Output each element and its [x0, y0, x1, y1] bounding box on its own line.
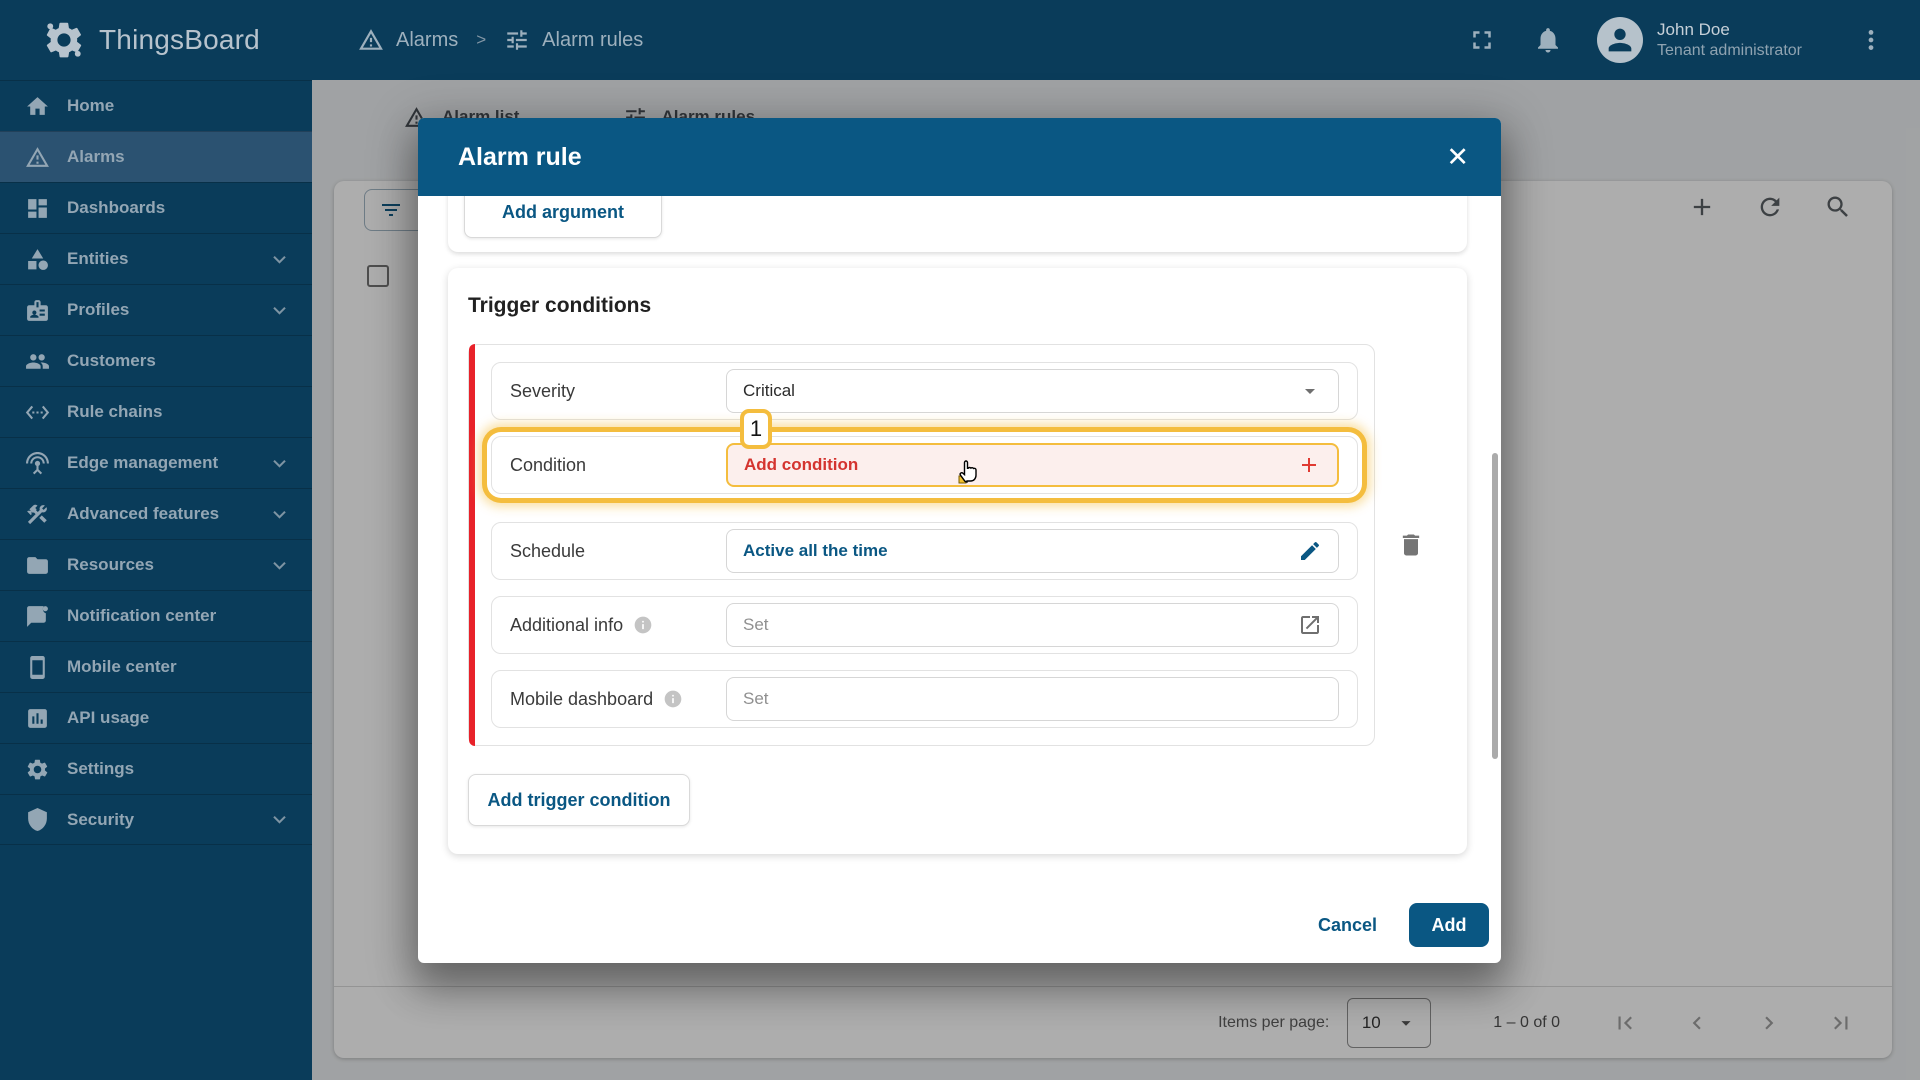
ethernet-icon — [25, 400, 50, 425]
dialog-footer: Cancel Add — [418, 887, 1501, 963]
additional-info-label: Additional info — [510, 615, 726, 636]
open-in-new-icon[interactable] — [1298, 613, 1322, 637]
dialog-title: Alarm rule — [458, 142, 582, 171]
home-icon — [25, 94, 50, 119]
condition-label: Condition — [510, 454, 587, 475]
category-icon — [25, 247, 50, 272]
sidebar: Home Alarms Dashboards Entities Profiles… — [0, 80, 312, 1080]
severity-select[interactable]: Critical — [726, 369, 1339, 413]
cancel-button[interactable]: Cancel — [1300, 903, 1395, 947]
edit-pencil-icon[interactable] — [1298, 539, 1322, 563]
annotation-badge: 1 — [740, 409, 772, 449]
additional-info-field[interactable]: Set — [726, 603, 1339, 647]
pointer-cursor-icon — [954, 453, 986, 490]
sidebar-item-alarms[interactable]: Alarms — [0, 131, 312, 182]
sidebar-item-customers[interactable]: Customers — [0, 335, 312, 386]
dialog-header: Alarm rule ✕ — [418, 118, 1501, 196]
dropdown-arrow-icon — [1298, 379, 1322, 403]
dialog-body: Add argument Trigger conditions Severity… — [418, 196, 1501, 887]
folder-icon — [25, 553, 50, 578]
chevron-down-icon — [267, 553, 292, 578]
breadcrumb-alarms[interactable]: Alarms — [396, 29, 458, 52]
gear-icon — [25, 757, 50, 782]
alarm-rule-dialog: Alarm rule ✕ Add argument Trigger condit… — [418, 118, 1501, 963]
trash-icon — [1397, 531, 1425, 559]
add-button[interactable]: Add — [1409, 903, 1489, 947]
sidebar-item-entities[interactable]: Entities — [0, 233, 312, 284]
tune-icon — [504, 27, 530, 53]
topbar-actions: John Doe Tenant administrator — [1431, 17, 1920, 63]
chevron-down-icon — [267, 502, 292, 527]
close-icon[interactable]: ✕ — [1446, 143, 1469, 171]
rule-card: Severity Critical 1 Condition Add condit… — [468, 344, 1375, 746]
add-condition-button[interactable]: Add condition — [726, 443, 1339, 487]
shield-icon — [25, 807, 50, 832]
brand-logo[interactable]: ThingsBoard — [0, 18, 312, 62]
sidebar-item-profiles[interactable]: Profiles — [0, 284, 312, 335]
chevron-down-icon — [267, 298, 292, 323]
dashboards-icon — [25, 196, 50, 221]
sidebar-item-edge-management[interactable]: Edge management — [0, 437, 312, 488]
thingsboard-logo-icon — [42, 18, 86, 62]
trigger-condition-block: Severity Critical 1 Condition Add condit… — [468, 344, 1447, 746]
breadcrumb: Alarms > Alarm rules — [358, 27, 643, 53]
mobile-dashboard-row: Mobile dashboard Set — [491, 670, 1358, 728]
breadcrumb-separator: > — [476, 30, 487, 49]
warning-icon — [25, 145, 50, 170]
trigger-conditions-section: Trigger conditions Severity Critical 1 C… — [448, 268, 1467, 854]
mobile-dashboard-field[interactable]: Set — [726, 677, 1339, 721]
sidebar-item-api-usage[interactable]: API usage — [0, 692, 312, 743]
plus-icon — [1297, 453, 1321, 477]
chart-icon — [25, 706, 50, 731]
avatar[interactable] — [1597, 17, 1644, 63]
fullscreen-icon[interactable] — [1467, 25, 1497, 55]
user-block[interactable]: John Doe Tenant administrator — [1657, 19, 1802, 62]
breadcrumb-alarm-rules: Alarm rules — [542, 28, 644, 51]
sidebar-item-resources[interactable]: Resources — [0, 539, 312, 590]
warning-icon — [358, 27, 384, 53]
sidebar-item-mobile-center[interactable]: Mobile center — [0, 641, 312, 692]
section-title: Trigger conditions — [468, 294, 652, 317]
info-icon — [633, 615, 653, 635]
arguments-section: Add argument — [448, 196, 1467, 252]
severity-label: Severity — [510, 380, 576, 401]
top-bar: ThingsBoard Alarms > Alarm rules John Do… — [0, 0, 1920, 80]
notification-icon — [25, 604, 50, 629]
sidebar-item-dashboards[interactable]: Dashboards — [0, 182, 312, 233]
additional-info-row: Additional info Set — [491, 596, 1358, 654]
severity-row: Severity Critical — [491, 362, 1358, 420]
schedule-row: Schedule Active all the time — [491, 522, 1358, 580]
delete-trigger-condition-button[interactable] — [1375, 531, 1447, 559]
smartphone-icon — [25, 655, 50, 680]
chevron-down-icon — [267, 451, 292, 476]
dialog-scrollbar[interactable] — [1492, 453, 1498, 759]
sidebar-item-notification-center[interactable]: Notification center — [0, 590, 312, 641]
info-icon — [663, 689, 683, 709]
sidebar-item-rule-chains[interactable]: Rule chains — [0, 386, 312, 437]
person-icon — [1603, 23, 1637, 57]
schedule-label: Schedule — [510, 540, 586, 561]
people-icon — [25, 349, 50, 374]
chevron-down-icon — [267, 247, 292, 272]
sidebar-item-home[interactable]: Home — [0, 80, 312, 131]
schedule-field[interactable]: Active all the time — [726, 529, 1339, 573]
user-role: Tenant administrator — [1657, 41, 1802, 59]
construction-icon — [25, 502, 50, 527]
add-argument-button[interactable]: Add argument — [464, 196, 662, 238]
sidebar-item-advanced-features[interactable]: Advanced features — [0, 488, 312, 539]
thingsboard-app: ThingsBoard Alarms > Alarm rules John Do… — [0, 0, 1920, 1080]
notifications-bell-icon[interactable] — [1533, 25, 1563, 55]
badge-icon — [25, 298, 50, 323]
brand-name: ThingsBoard — [99, 24, 260, 55]
antenna-icon — [25, 451, 50, 476]
sidebar-item-security[interactable]: Security — [0, 794, 312, 845]
mobile-dashboard-label: Mobile dashboard — [510, 689, 726, 710]
user-name: John Doe — [1657, 19, 1730, 39]
chevron-down-icon — [267, 807, 292, 832]
sidebar-item-settings[interactable]: Settings — [0, 743, 312, 794]
add-trigger-condition-button[interactable]: Add trigger condition — [468, 774, 690, 826]
more-vert-icon[interactable] — [1858, 25, 1884, 55]
condition-row: 1 Condition Add condition — [491, 409, 1358, 494]
